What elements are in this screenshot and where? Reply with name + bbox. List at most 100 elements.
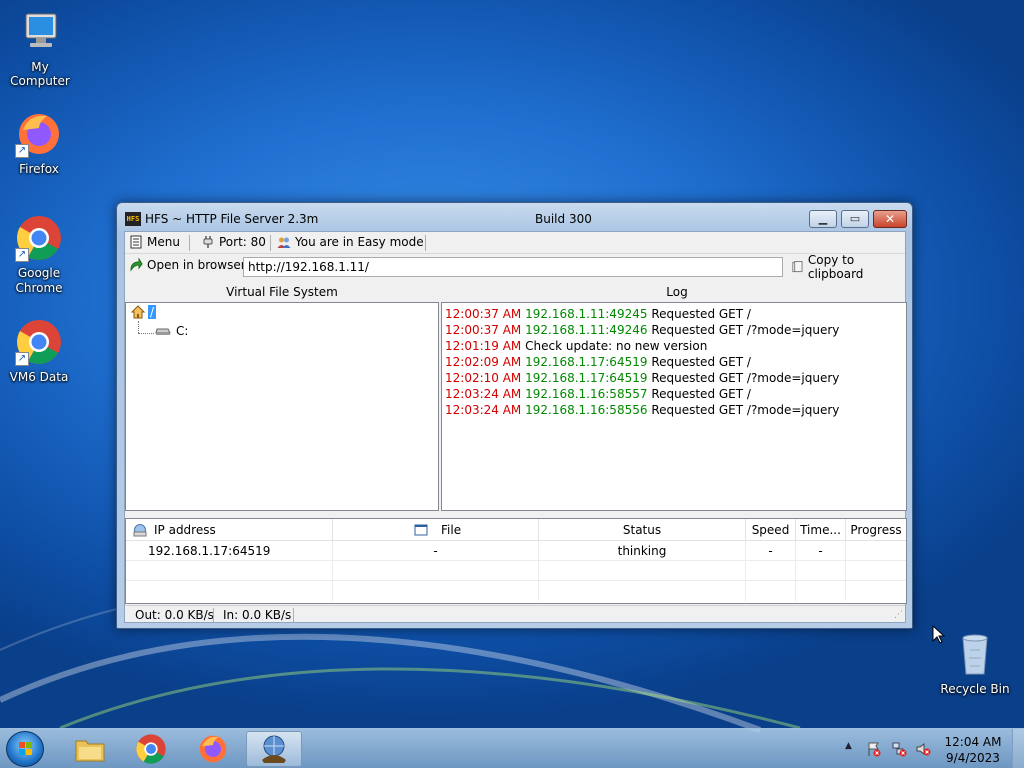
browser-bar: Open in browser Copy to clipboard	[125, 253, 905, 281]
vfs-header: Virtual File System	[226, 285, 338, 299]
show-hidden-icons-button[interactable]: ▲	[845, 741, 852, 751]
copy-to-clipboard-label: Copy to clipboard	[807, 253, 864, 281]
open-in-browser-label: Open in browser	[147, 258, 246, 272]
mode-label: You are in Easy mode	[295, 235, 424, 249]
shortcut-arrow-icon: ↗	[15, 352, 29, 366]
taskbar-firefox-button[interactable]	[185, 731, 241, 767]
taskbar-explorer-button[interactable]	[62, 731, 118, 767]
computer-icon	[16, 8, 64, 56]
action-center-flag-icon[interactable]	[866, 741, 882, 757]
clock-date: 9/4/2023	[946, 751, 1000, 765]
column-header-ip[interactable]: IP address	[126, 519, 333, 541]
mouse-cursor-icon	[932, 625, 946, 644]
table-row[interactable]: 192.168.1.17:64519 - thinking - -	[126, 541, 906, 561]
window-title: HFS ~ HTTP File Server 2.3m	[145, 212, 319, 226]
status-bar: Out: 0.0 KB/s In: 0.0 KB/s ⋰	[125, 605, 905, 624]
toolbar-separator	[425, 235, 426, 251]
open-in-browser-button[interactable]: Open in browser	[129, 258, 246, 272]
column-header-progress[interactable]: Progress	[846, 519, 906, 541]
vfs-root-node[interactable]: /	[130, 305, 157, 319]
menu-button[interactable]: Menu	[129, 235, 180, 249]
shortcut-arrow-icon: ↗	[15, 144, 29, 158]
log-line: 12:01:19 AM Check update: no new version	[445, 339, 708, 353]
desktop-icon-recycle-bin[interactable]: Recycle Bin	[935, 630, 1015, 696]
cell-file: -	[333, 541, 539, 561]
log-line: 12:00:37 AM 192.168.1.11:49245 Requested…	[445, 307, 751, 321]
desktop-icon-vm6-data[interactable]: ↗ VM6 Data	[0, 318, 79, 384]
open-arrow-icon	[130, 258, 143, 272]
chrome-icon: ↗	[15, 214, 63, 262]
connections-header: IP address File Status Speed Time... Pro…	[126, 519, 906, 541]
hfs-logo-icon: HFS	[125, 212, 141, 226]
taskbar: ▲ 12:04 AM 9/4/2023	[0, 728, 1024, 768]
copy-to-clipboard-button[interactable]: Copy to clipboard	[787, 253, 905, 281]
column-header-time[interactable]: Time...	[796, 519, 846, 541]
hfs-window[interactable]: HFS HFS ~ HTTP File Server 2.3m Build 30…	[116, 202, 913, 629]
menu-icon	[130, 235, 142, 249]
shortcut-arrow-icon: ↗	[15, 248, 29, 262]
start-button[interactable]	[6, 731, 44, 767]
volume-muted-icon[interactable]	[915, 741, 931, 757]
close-icon: ✕	[884, 212, 896, 226]
desktop-icon-label: Recycle Bin	[940, 682, 1010, 696]
taskbar-hfs-button[interactable]	[246, 731, 302, 767]
desktop-icon-google-chrome[interactable]: ↗ Google Chrome	[0, 214, 79, 296]
taskbar-clock[interactable]: 12:04 AM 9/4/2023	[940, 734, 1006, 766]
close-button[interactable]: ✕	[873, 210, 907, 228]
vfs-root-label: /	[148, 305, 157, 319]
desktop-icon-my-computer[interactable]: My Computer	[0, 8, 80, 88]
window-icon	[414, 524, 428, 536]
mode-button[interactable]: You are in Easy mode	[277, 235, 424, 249]
maximize-icon: ▭	[849, 212, 861, 225]
desktop-icon-label: VM6 Data	[9, 370, 69, 384]
log-line: 12:02:10 AM 192.168.1.17:64519 Requested…	[445, 371, 840, 385]
window-client-area: Menu Port: 80 You are in Easy mode Open …	[124, 231, 907, 624]
cell-progress	[846, 541, 906, 561]
table-row-empty	[126, 561, 906, 581]
explorer-icon	[75, 740, 105, 762]
desktop-icon-firefox[interactable]: ↗ Firefox	[0, 110, 79, 176]
firefox-icon	[199, 735, 227, 763]
minimize-icon: ▁	[818, 212, 828, 225]
menu-label: Menu	[147, 235, 180, 249]
toolbar-separator	[270, 235, 271, 251]
chrome-icon	[136, 734, 166, 764]
log-panel[interactable]: 12:00:37 AM 192.168.1.11:49245 Requested…	[441, 302, 907, 511]
window-titlebar[interactable]: HFS HFS ~ HTTP File Server 2.3m Build 30…	[117, 203, 912, 231]
url-field[interactable]	[243, 257, 783, 277]
in-speed-label: In: 0.0 KB/s	[223, 608, 292, 622]
log-header: Log	[666, 285, 688, 299]
windows-logo-icon	[19, 742, 32, 755]
log-line: 12:03:24 AM 192.168.1.16:58557 Requested…	[445, 387, 751, 401]
tree-connector-line	[138, 333, 154, 334]
maximize-button[interactable]: ▭	[841, 210, 869, 228]
vfs-child-node[interactable]: C:	[154, 324, 188, 338]
cell-status: thinking	[539, 541, 746, 561]
log-line: 12:03:24 AM 192.168.1.16:58556 Requested…	[445, 403, 840, 417]
toolbar-separator	[189, 235, 190, 251]
cell-speed: -	[746, 541, 796, 561]
cell-ip: 192.168.1.17:64519	[126, 541, 333, 561]
table-row-empty	[126, 581, 906, 601]
show-desktop-button[interactable]	[1012, 729, 1024, 768]
desktop-icon-label: Firefox	[19, 162, 59, 176]
port-button[interactable]: Port: 80	[201, 235, 266, 249]
column-header-status[interactable]: Status	[539, 519, 746, 541]
connections-table[interactable]: IP address File Status Speed Time... Pro…	[125, 518, 907, 604]
column-header-speed[interactable]: Speed	[746, 519, 796, 541]
out-speed-label: Out: 0.0 KB/s	[135, 608, 214, 622]
minimize-button[interactable]: ▁	[809, 210, 837, 228]
plug-icon	[203, 236, 213, 248]
chrome-icon: ↗	[15, 318, 63, 366]
vfs-child-label: C:	[176, 324, 189, 338]
desktop-icon-label: Google Chrome	[15, 266, 63, 295]
network-status-icon[interactable]	[891, 741, 907, 757]
taskbar-chrome-button[interactable]	[123, 731, 179, 767]
network-icon	[133, 524, 147, 537]
resize-grip-icon[interactable]: ⋰	[894, 610, 903, 620]
column-header-file[interactable]: File	[333, 519, 539, 541]
home-icon	[130, 305, 146, 319]
vfs-tree[interactable]: / C:	[125, 302, 439, 511]
build-label: Build 300	[535, 212, 592, 226]
tree-connector-line	[138, 321, 139, 333]
